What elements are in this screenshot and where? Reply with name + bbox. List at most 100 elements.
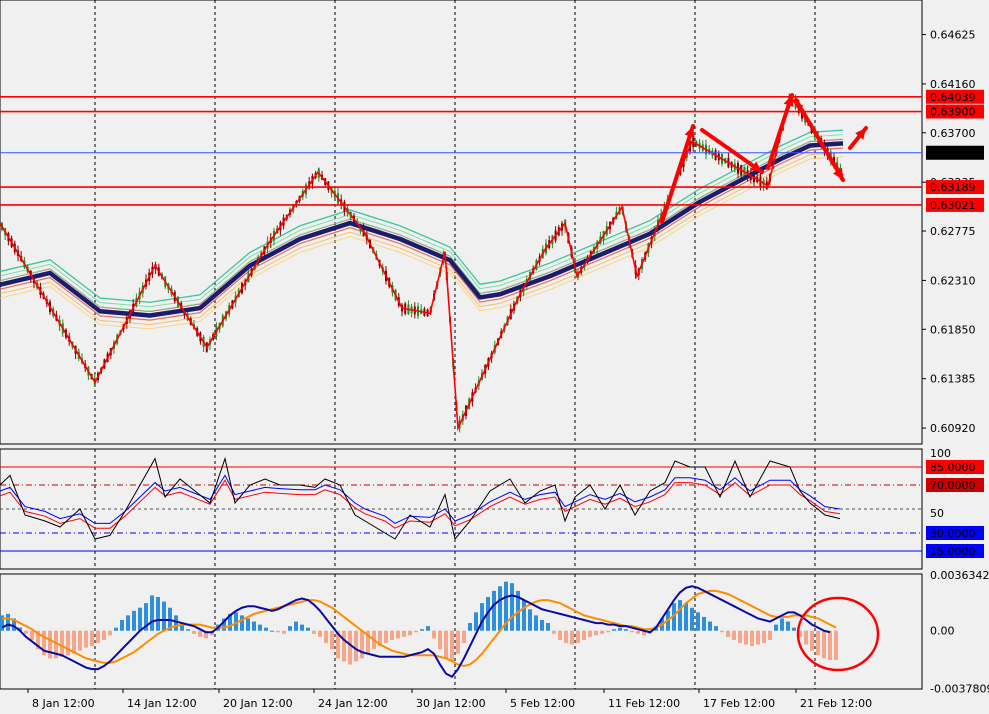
macd-histogram-bar — [762, 630, 766, 643]
trading-chart: 0.646250.641600.637000.632350.627750.623… — [0, 0, 989, 710]
macd-histogram-bar — [612, 629, 616, 631]
macd-histogram-bar — [276, 630, 280, 633]
macd-histogram-bar — [528, 609, 532, 631]
macd-histogram-bar — [600, 630, 604, 634]
macd-histogram-bar — [534, 615, 538, 631]
macd-histogram-bar — [744, 630, 748, 645]
macd-histogram-bar — [108, 630, 112, 636]
chart-area: 0.646250.641600.637000.632350.627750.623… — [0, 0, 989, 714]
macd-histogram-bar — [618, 627, 622, 631]
oscillator-axis-label: 100 — [930, 447, 951, 460]
macd-histogram-bar — [732, 630, 736, 640]
macd-histogram-bar — [396, 630, 400, 639]
time-axis-label: 21 Feb 12:00 — [800, 697, 872, 710]
macd-histogram-bar — [300, 624, 304, 631]
macd-histogram-bar — [786, 621, 790, 631]
macd-histogram-bar — [48, 630, 52, 659]
macd-histogram-bar — [432, 630, 436, 639]
macd-histogram-bar — [246, 618, 250, 631]
macd-histogram-bar — [264, 627, 268, 631]
macd-histogram-bar — [498, 586, 502, 631]
macd-histogram-bar — [132, 610, 136, 631]
macd-histogram-bar — [174, 615, 178, 631]
macd-histogram-bar — [756, 630, 760, 645]
oscillator-level-label: 70.0000 — [930, 479, 976, 492]
price-axis-label: 0.62310 — [930, 274, 976, 287]
macd-histogram-bar — [540, 620, 544, 631]
macd-histogram-bar — [186, 629, 190, 631]
macd-histogram-bar — [564, 630, 568, 643]
time-axis-label: 20 Jan 12:00 — [223, 697, 293, 710]
price-level-label: 0.63021 — [930, 199, 976, 212]
macd-histogram-bar — [810, 630, 814, 651]
macd-histogram-bar — [156, 597, 160, 631]
macd-histogram-bar — [414, 630, 418, 633]
macd-histogram-bar — [288, 626, 292, 631]
macd-histogram-bar — [594, 630, 598, 636]
macd-histogram-bar — [768, 630, 772, 640]
macd-histogram-bar — [420, 629, 424, 631]
macd-histogram-bar — [318, 630, 322, 637]
macd-histogram-bar — [570, 630, 574, 645]
macd-histogram-bar — [72, 630, 76, 654]
macd-histogram-bar — [84, 630, 88, 648]
macd-histogram-bar — [450, 630, 454, 662]
macd-histogram-bar — [30, 630, 34, 640]
time-axis-label: 24 Jan 12:00 — [318, 697, 388, 710]
oscillator-level-label: 85.0000 — [930, 461, 976, 474]
macd-histogram-bar — [510, 583, 514, 631]
macd-histogram-bar — [624, 629, 628, 631]
macd-histogram-bar — [816, 630, 820, 656]
time-axis-label: 11 Feb 12:00 — [608, 697, 680, 710]
macd-histogram-bar — [102, 630, 106, 640]
macd-histogram-bar — [192, 630, 196, 634]
macd-histogram-bar — [282, 630, 286, 634]
macd-histogram-bar — [606, 630, 610, 633]
time-axis-label: 8 Jan 12:00 — [32, 697, 95, 710]
macd-histogram-bar — [348, 630, 352, 665]
price-level-label: 0.63900 — [930, 106, 976, 119]
macd-histogram-bar — [66, 630, 70, 656]
macd-histogram-bar — [822, 630, 826, 659]
macd-histogram-bar — [438, 630, 442, 650]
macd-histogram-bar — [120, 620, 124, 631]
macd-histogram-bar — [702, 616, 706, 631]
price-level-label: 0.63189 — [930, 181, 976, 194]
macd-histogram-bar — [6, 613, 10, 631]
macd-histogram-bar — [492, 590, 496, 631]
macd-histogram-bar — [708, 621, 712, 631]
macd-histogram-bar — [198, 630, 202, 637]
macd-histogram-bar — [588, 630, 592, 637]
macd-histogram-bar — [258, 624, 262, 631]
macd-histogram-bar — [408, 630, 412, 636]
macd-histogram-bar — [552, 630, 556, 634]
macd-histogram-bar — [126, 615, 130, 631]
macd-histogram-bar — [384, 630, 388, 643]
macd-histogram-bar — [780, 618, 784, 631]
macd-histogram-bar — [360, 630, 364, 659]
macd-histogram-bar — [402, 630, 406, 637]
macd-histogram-bar — [792, 627, 796, 631]
macd-histogram-bar — [684, 603, 688, 631]
macd-histogram-bar — [582, 630, 586, 640]
oscillator-axis-label: 50 — [930, 507, 944, 520]
macd-histogram-bar — [576, 630, 580, 643]
price-axis-label: 0.63700 — [930, 127, 976, 140]
macd-histogram-bar — [426, 626, 430, 631]
macd-histogram-bar — [546, 623, 550, 631]
time-axis-label: 17 Feb 12:00 — [703, 697, 775, 710]
macd-axis-label: 0.00 — [930, 625, 955, 638]
macd-histogram-bar — [324, 630, 328, 643]
macd-histogram-bar — [774, 624, 778, 631]
price-axis-label: 0.61385 — [930, 373, 976, 386]
macd-axis-label: 0.0036342 — [930, 569, 989, 582]
oscillator-level-label: 15.0000 — [930, 545, 976, 558]
macd-histogram-bar — [462, 630, 466, 643]
price-level-label: 0.64039 — [930, 91, 976, 104]
macd-histogram-bar — [828, 630, 832, 660]
macd-histogram-bar — [630, 630, 634, 633]
macd-histogram-bar — [342, 630, 346, 662]
macd-histogram-bar — [114, 627, 118, 631]
macd-histogram-bar — [456, 630, 460, 654]
macd-histogram-bar — [834, 630, 838, 660]
